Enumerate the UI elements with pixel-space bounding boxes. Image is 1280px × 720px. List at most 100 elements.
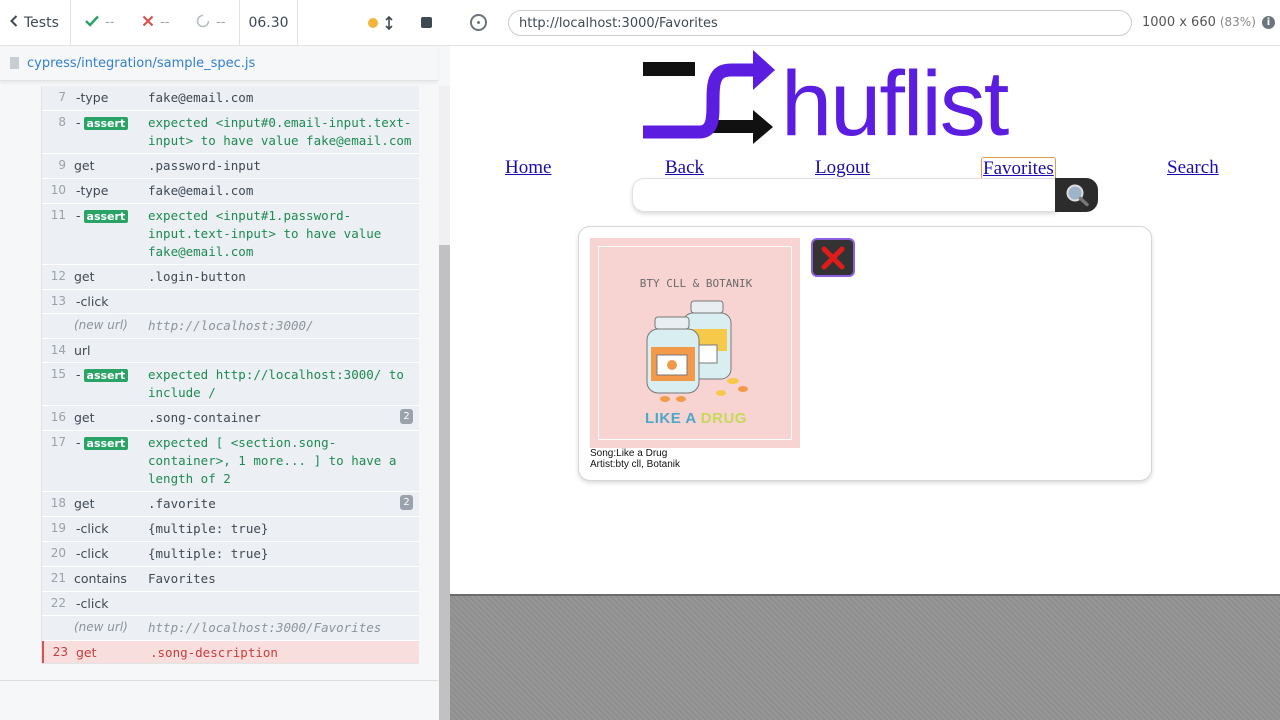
auto-scroll-toggle[interactable] bbox=[368, 15, 393, 30]
command-row[interactable]: 12 get .login-button bbox=[42, 265, 419, 290]
status-dot-icon bbox=[368, 17, 378, 28]
command-message: .login-button bbox=[148, 269, 246, 284]
failed-stat: -- bbox=[128, 0, 182, 46]
command-row[interactable]: (new url) http://localhost:3000/ bbox=[42, 314, 419, 339]
assert-badge: assert bbox=[83, 117, 129, 130]
remove-favorite-button[interactable] bbox=[811, 238, 855, 277]
duration: 06.30 bbox=[240, 0, 298, 46]
command-number: 15 bbox=[50, 367, 66, 381]
logo-text: huflist bbox=[781, 53, 1009, 155]
command-row[interactable]: 14 url bbox=[42, 339, 419, 363]
element-count-badge: 2 bbox=[400, 495, 413, 510]
command-name: (new url) bbox=[74, 620, 128, 634]
command-message: fake@email.com bbox=[148, 183, 254, 198]
song-title: Song:Like a Drug bbox=[590, 448, 668, 459]
nav-logout-link[interactable]: Logout bbox=[815, 157, 870, 179]
command-row[interactable]: 21 contains Favorites bbox=[42, 567, 419, 592]
command-row[interactable]: 22 -click bbox=[42, 592, 419, 616]
command-name: (new url) bbox=[74, 318, 128, 332]
command-row[interactable]: 9 get .password-input bbox=[42, 154, 419, 179]
command-message: .song-container bbox=[148, 410, 261, 425]
passed-stat: -- bbox=[71, 0, 128, 46]
reporter-controls bbox=[298, 0, 450, 46]
command-number: 17 bbox=[50, 435, 66, 449]
command-name: -type bbox=[76, 183, 109, 198]
command-row[interactable]: 16 get .song-container 2 bbox=[42, 406, 419, 431]
info-icon[interactable]: i bbox=[1262, 16, 1275, 29]
command-name: -click bbox=[76, 521, 109, 536]
command-number: 13 bbox=[50, 294, 66, 308]
command-log: 7 -type fake@email.com 8- assert expected <in… bbox=[41, 86, 419, 664]
pending-count: -- bbox=[216, 15, 226, 30]
passed-count: -- bbox=[105, 15, 115, 30]
command-name: url bbox=[74, 343, 91, 358]
command-name: get bbox=[76, 645, 97, 660]
assert-badge: assert bbox=[83, 437, 129, 450]
command-name: - assert bbox=[70, 114, 148, 150]
command-row[interactable]: 11- assert expected <input#1.password-inpu… bbox=[42, 204, 419, 265]
aut-backdrop bbox=[450, 594, 1280, 720]
command-name: get bbox=[74, 410, 95, 425]
tests-label: Tests bbox=[24, 14, 59, 31]
search-button[interactable] bbox=[1055, 178, 1098, 212]
album-title-drug: DRUG bbox=[700, 410, 747, 427]
spec-file-link[interactable]: cypress/integration/sample_spec.js bbox=[27, 56, 255, 71]
command-number: 9 bbox=[58, 158, 66, 172]
command-row[interactable]: 17- assert expected [ <section.song-contai… bbox=[42, 431, 419, 492]
reporter-panel: Tests -- -- -- 06.30 cypress/integration… bbox=[0, 0, 450, 720]
nav-home-link[interactable]: Home bbox=[505, 157, 551, 179]
album-title-text: LIKE A DRUG bbox=[599, 410, 793, 427]
command-message: expected <input#1.password-input.text-in… bbox=[148, 208, 382, 259]
spec-file-bar: cypress/integration/sample_spec.js bbox=[0, 46, 438, 81]
search-input[interactable] bbox=[632, 178, 1056, 212]
command-number: 8 bbox=[58, 115, 66, 129]
child-dash: - bbox=[76, 435, 81, 450]
command-number: 11 bbox=[50, 208, 66, 222]
url-display[interactable]: http://localhost:3000/Favorites bbox=[508, 10, 1132, 36]
command-message: .favorite bbox=[148, 496, 216, 511]
command-number: 18 bbox=[50, 496, 66, 510]
command-message: expected <input#0.email-input.text-input… bbox=[148, 115, 412, 148]
command-row[interactable]: 20 -click {multiple: true} bbox=[42, 542, 419, 567]
command-message: http://localhost:3000/ bbox=[148, 318, 314, 333]
child-dash: - bbox=[76, 367, 81, 382]
command-row[interactable]: (new url) http://localhost:3000/Favorites bbox=[42, 616, 419, 641]
command-number: 12 bbox=[50, 269, 66, 283]
x-icon bbox=[142, 15, 154, 31]
command-row[interactable]: 8- assert expected <input#0.email-input.te… bbox=[42, 111, 419, 154]
command-row[interactable]: 19 -click {multiple: true} bbox=[42, 517, 419, 542]
command-row[interactable]: 15- assert expected http://localhost:3000/… bbox=[42, 363, 419, 406]
element-count-badge: 2 bbox=[400, 409, 413, 424]
divider bbox=[0, 680, 438, 681]
command-row[interactable]: 10 -type fake@email.com bbox=[42, 179, 419, 204]
zoom-level: (83%) bbox=[1219, 15, 1256, 29]
command-row[interactable]: 7 -type fake@email.com bbox=[42, 86, 419, 111]
command-number: 7 bbox=[58, 90, 66, 104]
reporter-header: Tests -- -- -- 06.30 bbox=[0, 0, 450, 46]
command-row[interactable]: 13 -click bbox=[42, 290, 419, 314]
command-row[interactable]: 18 get .favorite 2 bbox=[42, 492, 419, 517]
scrollbar-thumb[interactable] bbox=[439, 245, 450, 720]
command-message: {multiple: true} bbox=[148, 546, 269, 561]
viewport-info: 1000 x 660 (83%) bbox=[1142, 15, 1256, 30]
child-dash: - bbox=[76, 115, 81, 130]
app-under-test: huflist Home Back Logout Favorites Searc… bbox=[451, 46, 1280, 594]
close-icon bbox=[821, 246, 845, 269]
command-name: - assert bbox=[70, 434, 148, 488]
pill-bottles-icon bbox=[646, 300, 748, 402]
command-number: 16 bbox=[50, 410, 66, 424]
search-bar bbox=[632, 178, 1098, 212]
command-message bbox=[148, 342, 419, 359]
command-message: .password-input bbox=[148, 158, 261, 173]
song-description: Song:Like a Drug Artist:bty cll, Botanik bbox=[590, 448, 680, 470]
nav-back-link[interactable]: Back bbox=[665, 157, 704, 179]
command-row[interactable]: 23 get .song-description bbox=[42, 641, 419, 663]
stop-icon[interactable] bbox=[421, 17, 432, 28]
command-message: expected [ <section.song-container>, 1 m… bbox=[148, 435, 397, 486]
command-message: http://localhost:3000/Favorites bbox=[148, 620, 382, 635]
command-name: -click bbox=[76, 546, 109, 561]
tests-button[interactable]: Tests bbox=[0, 0, 71, 46]
nav-search-link[interactable]: Search bbox=[1167, 157, 1219, 179]
selector-playground-icon[interactable] bbox=[470, 14, 487, 31]
resize-vertical-icon bbox=[385, 15, 393, 30]
